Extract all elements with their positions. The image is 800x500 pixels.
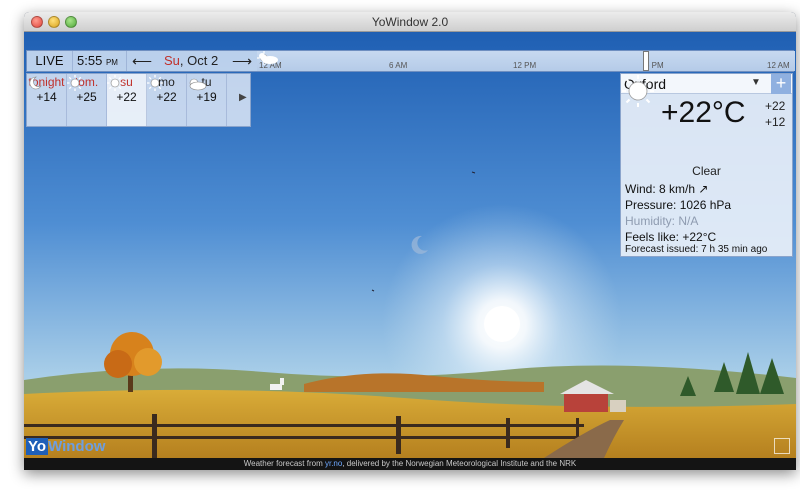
high-low: +22 +12 [765, 98, 785, 130]
sun-disc [484, 306, 520, 342]
forecast-next-arrow[interactable]: ▶ [239, 92, 247, 103]
timeline-tick: 12 AM [767, 61, 790, 70]
weather-scene: LIVE 5:55 PM ⟵ Su, Oct 2 ⟶ 12 AM 6 AM 12… [24, 32, 796, 458]
issued-label: Forecast issued: [625, 244, 699, 255]
fullscreen-icon[interactable] [774, 438, 790, 454]
day-temp: +25 [76, 90, 97, 104]
date-rest: , Oct 2 [179, 53, 219, 68]
feels-like-label: Feels like: [625, 230, 680, 244]
city-dropdown-icon[interactable]: ▼ [751, 77, 761, 88]
current-temperature: +22°C [661, 96, 746, 129]
logo-window: Window [48, 438, 106, 455]
date-label: Su, Oct 2 [164, 51, 218, 71]
status-suffix: , delivered by the Norwegian Meteorologi… [342, 459, 577, 468]
live-button[interactable]: LIVE [27, 51, 73, 71]
forecast-day-selected[interactable]: su +22 [107, 74, 147, 126]
forecast-issued-row: Forecast issued: 7 h 35 min ago [625, 244, 767, 255]
sun-icon [147, 75, 163, 91]
time-value: 5:55 [77, 53, 103, 68]
pressure-label: Pressure: [625, 198, 677, 212]
day-temp: +22 [116, 90, 137, 104]
timeline-cloud-icon [259, 53, 278, 64]
wind-direction-icon: ↗ [698, 182, 709, 196]
forecast-day[interactable]: tonight +14 [27, 74, 67, 126]
date-dow: Su [164, 53, 180, 68]
pressure-value: 1026 hPa [679, 198, 732, 212]
humidity-row: Humidity: N/A [625, 214, 698, 228]
condition-text: Clear [692, 164, 721, 178]
day-temp: +19 [196, 90, 217, 104]
sun-icon [107, 75, 123, 91]
wind-value: 8 km/h [659, 182, 696, 196]
current-weather-panel: Oxford ▼ + +22°C +22 +12 Clear Wind: 8 k… [620, 73, 793, 257]
cloud-icon [189, 78, 207, 91]
next-day-arrow-icon[interactable]: ⟶ [232, 51, 252, 71]
humidity-value: N/A [678, 214, 699, 228]
humidity-label: Humidity: [625, 214, 676, 228]
day-temp: +22 [156, 90, 177, 104]
moon-icon [29, 76, 42, 90]
high-temp: +22 [765, 99, 786, 113]
date-navigator: ⟵ Su, Oct 2 ⟶ [128, 51, 258, 71]
sun-icon [67, 75, 83, 91]
issued-value: 7 h 35 min ago [701, 244, 768, 255]
time-bar: LIVE 5:55 PM ⟵ Su, Oct 2 ⟶ 12 AM 6 AM 12… [26, 50, 795, 72]
timeline-tick: 6 AM [389, 61, 408, 70]
timeline-handle[interactable] [643, 51, 649, 71]
current-time: 5:55 PM [75, 51, 127, 71]
status-prefix: Weather forecast from [243, 459, 323, 468]
wind-label: Wind: [625, 182, 656, 196]
timeline-slider[interactable]: 12 AM 6 AM 12 PM 6 PM 12 AM [257, 51, 795, 71]
forecast-day[interactable]: tom. +25 [67, 74, 107, 126]
pressure-row: Pressure: 1026 hPa [625, 198, 731, 212]
prev-day-arrow-icon[interactable]: ⟵ [132, 51, 152, 71]
sun-icon [622, 75, 654, 107]
title-bar: YoWindow 2.0 [24, 12, 796, 32]
timeline-tick: 12 PM [513, 61, 537, 70]
day-temp: +14 [36, 90, 57, 104]
low-temp: +12 [765, 115, 786, 129]
farmhouse [564, 394, 608, 412]
forecast-day[interactable]: mo +22 [147, 74, 187, 126]
feels-like-row: Feels like: +22°C [625, 230, 716, 244]
forecast-strip: tonight +14 tom. +25 su +22 mo +22 tu +1… [26, 73, 251, 127]
app-window: YoWindow 2.0 LIVE 5:55 PM ⟵ Su, Oct 2 ⟶ … [24, 12, 796, 470]
status-bar: Weather forecast from yr.no, delivered b… [24, 458, 796, 470]
add-location-button[interactable]: + [771, 74, 791, 94]
window-title: YoWindow 2.0 [371, 15, 449, 29]
wind-row: Wind: 8 km/h ↗ [625, 182, 708, 196]
yowindow-logo[interactable]: Yo Window [26, 438, 105, 458]
logo-yo: Yo [26, 438, 49, 455]
forecast-day[interactable]: tu +19 [187, 74, 227, 126]
time-suffix: PM [105, 58, 118, 67]
source-link[interactable]: yr.no [325, 459, 342, 468]
feels-like-value: +22°C [682, 230, 717, 244]
